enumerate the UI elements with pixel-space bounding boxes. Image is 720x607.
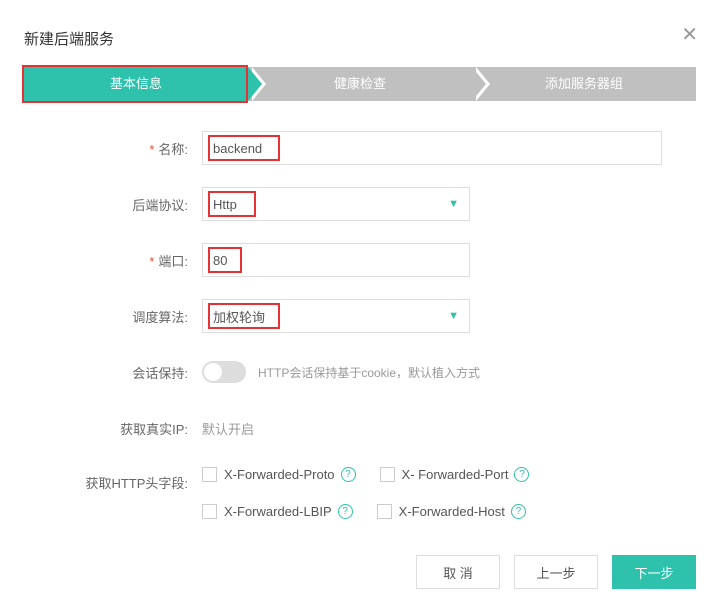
session-toggle[interactable] xyxy=(202,361,246,383)
row-http-headers: 获取HTTP头字段: X-Forwarded-Proto ? X- Forwar… xyxy=(34,467,686,525)
dialog-title: 新建后端服务 xyxy=(24,31,114,48)
form: 名称: 后端协议: Http ▼ 端口: 调度算 xyxy=(24,131,696,525)
step-label: 添加服务器组 xyxy=(545,76,623,91)
name-input[interactable] xyxy=(202,131,662,165)
dialog-header: 新建后端服务 ✕ xyxy=(24,20,696,67)
help-icon[interactable]: ? xyxy=(338,504,353,519)
label-port: 端口: xyxy=(34,251,202,270)
port-input[interactable] xyxy=(202,243,470,277)
label-protocol: 后端协议: xyxy=(34,195,202,214)
dialog: 新建后端服务 ✕ 基本信息 健康检查 添加服务器组 名称: 后端协议: Http xyxy=(0,0,720,567)
row-session: 会话保持: HTTP会话保持基于cookie，默认植入方式 xyxy=(34,355,686,389)
algorithm-select[interactable]: 加权轮询 ▼ xyxy=(202,299,470,333)
prev-button[interactable]: 上一步 xyxy=(514,555,598,589)
help-icon[interactable]: ? xyxy=(514,467,529,482)
protocol-value: Http xyxy=(213,197,237,212)
checkbox-x-forwarded-proto[interactable]: X-Forwarded-Proto ? xyxy=(202,467,356,482)
label-algorithm: 调度算法: xyxy=(34,307,202,326)
checkbox-x-forwarded-lbip[interactable]: X-Forwarded-LBIP ? xyxy=(202,504,353,519)
checkbox-label: X-Forwarded-LBIP xyxy=(224,504,332,519)
toggle-knob xyxy=(204,363,222,381)
step-label: 健康检查 xyxy=(334,76,386,91)
label-real-ip: 获取真实IP: xyxy=(34,419,202,438)
label-session: 会话保持: xyxy=(34,363,202,382)
checkbox-x-forwarded-host[interactable]: X-Forwarded-Host ? xyxy=(377,504,526,519)
step-label: 基本信息 xyxy=(110,76,162,91)
real-ip-value: 默认开启 xyxy=(202,419,254,438)
row-protocol: 后端协议: Http ▼ xyxy=(34,187,686,221)
next-button[interactable]: 下一步 xyxy=(612,555,696,589)
checkbox-icon xyxy=(202,467,217,482)
checkbox-icon xyxy=(377,504,392,519)
steps-nav: 基本信息 健康检查 添加服务器组 xyxy=(24,67,696,101)
help-icon[interactable]: ? xyxy=(341,467,356,482)
checkbox-icon xyxy=(202,504,217,519)
algorithm-value: 加权轮询 xyxy=(213,307,265,326)
step-health-check[interactable]: 健康检查 xyxy=(248,67,472,101)
step-basic-info[interactable]: 基本信息 xyxy=(24,67,248,101)
chevron-down-icon: ▼ xyxy=(448,198,459,210)
step-add-server-group[interactable]: 添加服务器组 xyxy=(472,67,696,101)
checkbox-label: X-Forwarded-Proto xyxy=(224,467,335,482)
checkbox-label: X-Forwarded-Host xyxy=(399,504,505,519)
row-algorithm: 调度算法: 加权轮询 ▼ xyxy=(34,299,686,333)
dialog-footer: 取 消 上一步 下一步 xyxy=(416,555,696,589)
close-icon[interactable]: ✕ xyxy=(681,22,698,47)
chevron-down-icon: ▼ xyxy=(448,310,459,322)
cancel-button[interactable]: 取 消 xyxy=(416,555,500,589)
row-port: 端口: xyxy=(34,243,686,277)
label-name: 名称: xyxy=(34,139,202,158)
help-icon[interactable]: ? xyxy=(511,504,526,519)
row-real-ip: 获取真实IP: 默认开启 xyxy=(34,411,686,445)
checkbox-x-forwarded-port[interactable]: X- Forwarded-Port ? xyxy=(380,467,530,482)
session-hint: HTTP会话保持基于cookie，默认植入方式 xyxy=(258,364,480,381)
label-http-headers: 获取HTTP头字段: xyxy=(34,467,202,492)
row-name: 名称: xyxy=(34,131,686,165)
protocol-select[interactable]: Http ▼ xyxy=(202,187,470,221)
checkbox-label: X- Forwarded-Port xyxy=(402,467,509,482)
checkbox-icon xyxy=(380,467,395,482)
